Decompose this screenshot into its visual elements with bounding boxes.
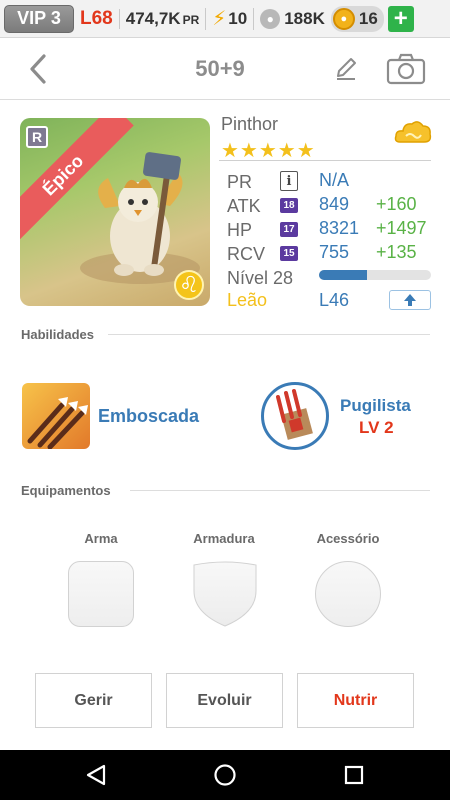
level-label: Nível 28 [227, 267, 294, 288]
level-progress-fill [319, 270, 368, 280]
coin-icon: ● [332, 7, 355, 30]
stat-label-pr: PR [227, 171, 253, 192]
coin-counter[interactable]: ● 16 [330, 5, 384, 32]
feed-button[interactable]: Nutrir [297, 673, 414, 728]
divider [130, 490, 430, 491]
vip-badge[interactable]: VIP 3 [4, 4, 74, 33]
upgrade-button[interactable] [389, 290, 431, 310]
equip-label-armor: Armadura [193, 531, 255, 546]
divider [108, 334, 430, 335]
claw-icon [276, 389, 313, 440]
stat-rank-hp: 17 [280, 222, 298, 237]
page-title: 50+9 [195, 56, 245, 81]
energy-counter[interactable]: ⚡ 10 [205, 7, 248, 30]
stat-value-rcv: 755 [319, 242, 350, 262]
skill-level-boxer: LV 2 [359, 418, 394, 437]
energy-value: 10 [228, 8, 248, 28]
zodiac-icon: ♌ [174, 270, 204, 300]
armor-slot[interactable] [192, 561, 258, 627]
manage-button[interactable]: Gerir [35, 673, 152, 728]
abilities-title: Habilidades [21, 327, 94, 342]
skill-name-ambush[interactable]: Emboscada [98, 406, 199, 427]
back-icon[interactable] [84, 763, 108, 787]
stat-rank-atk: 18 [280, 198, 298, 213]
power-rating: 474,7K PR [118, 8, 200, 29]
boxer-skill-icon[interactable] [261, 382, 329, 450]
level-progress-bar [319, 270, 431, 280]
weapon-slot[interactable] [68, 561, 134, 627]
paw-icon: ● [260, 8, 281, 29]
food-value: 188K [284, 8, 325, 28]
lightning-icon: ⚡ [212, 8, 227, 30]
pet-portrait[interactable]: Épico R ♌ [20, 118, 210, 306]
page-header: 50+9 [0, 38, 450, 100]
stat-bonus-hp: +1497 [376, 218, 427, 238]
equip-label-weapon: Arma [84, 531, 118, 546]
rarity-badge: R [26, 126, 48, 148]
zodiac-sign-label[interactable]: Leão [227, 290, 267, 311]
player-level: L68 [80, 7, 113, 29]
power-unit: PR [182, 12, 200, 27]
power-value: 474,7K [125, 8, 181, 28]
pencil-icon[interactable] [333, 54, 359, 82]
equip-label-accessory: Acessório [316, 531, 380, 546]
stat-bonus-atk: +160 [376, 194, 417, 214]
arrow-up-icon [404, 294, 416, 306]
stat-label-atk: ATK [227, 195, 261, 216]
system-navigation-bar [0, 750, 450, 800]
camera-icon[interactable] [386, 53, 426, 85]
stat-label-rcv: RCV [227, 243, 266, 264]
food-counter[interactable]: ● 188K [253, 7, 325, 30]
evolve-button[interactable]: Evoluir [166, 673, 283, 728]
stat-value-pr: N/A [319, 170, 350, 190]
stat-label-hp: HP [227, 219, 253, 240]
skill-name-boxer[interactable]: Pugilista [340, 396, 411, 416]
top-status-bar: VIP 3 L68 474,7K PR ⚡ 10 ● 188K ● 16 + [0, 0, 450, 38]
pet-name: Pinthor [221, 114, 279, 134]
ambush-skill-icon[interactable] [22, 383, 90, 449]
coin-value: 16 [358, 8, 378, 28]
stat-value-hp: 8321 [319, 218, 360, 238]
arrows-icon [27, 397, 88, 449]
equipment-title: Equipamentos [21, 483, 111, 498]
cloud-icon[interactable] [394, 118, 432, 150]
recents-icon[interactable] [342, 763, 366, 787]
info-icon[interactable]: i [280, 171, 298, 191]
zodiac-sign-level: L46 [319, 290, 350, 310]
stat-bonus-rcv: +135 [376, 242, 417, 262]
divider [219, 160, 431, 161]
add-coins-button[interactable]: + [387, 5, 414, 32]
stat-rank-rcv: 15 [280, 246, 298, 261]
home-icon[interactable] [213, 763, 237, 787]
accessory-slot[interactable] [315, 561, 381, 627]
stat-value-atk: 849 [319, 194, 350, 214]
